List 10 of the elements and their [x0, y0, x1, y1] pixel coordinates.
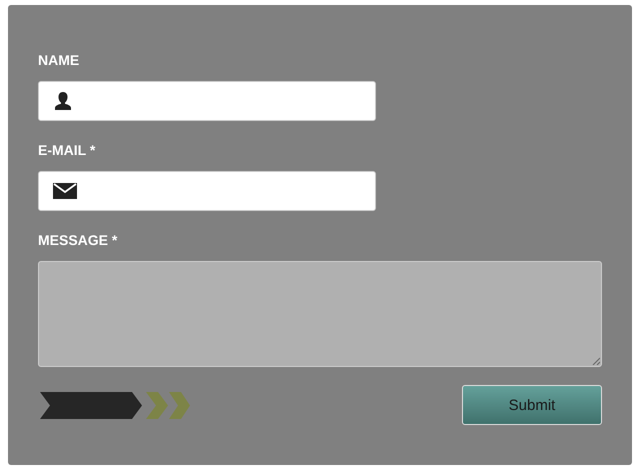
submit-button[interactable]: Submit [462, 385, 602, 425]
message-field[interactable] [38, 261, 602, 367]
field-label: E-MAIL * [38, 141, 96, 159]
user-icon [53, 91, 73, 111]
envelope-icon [53, 183, 77, 199]
field-label: NAME [38, 51, 80, 69]
input-field[interactable] [38, 171, 376, 211]
input-field[interactable] [38, 81, 376, 121]
resize-grip-icon [592, 357, 600, 365]
field-label: MESSAGE * [38, 231, 118, 249]
